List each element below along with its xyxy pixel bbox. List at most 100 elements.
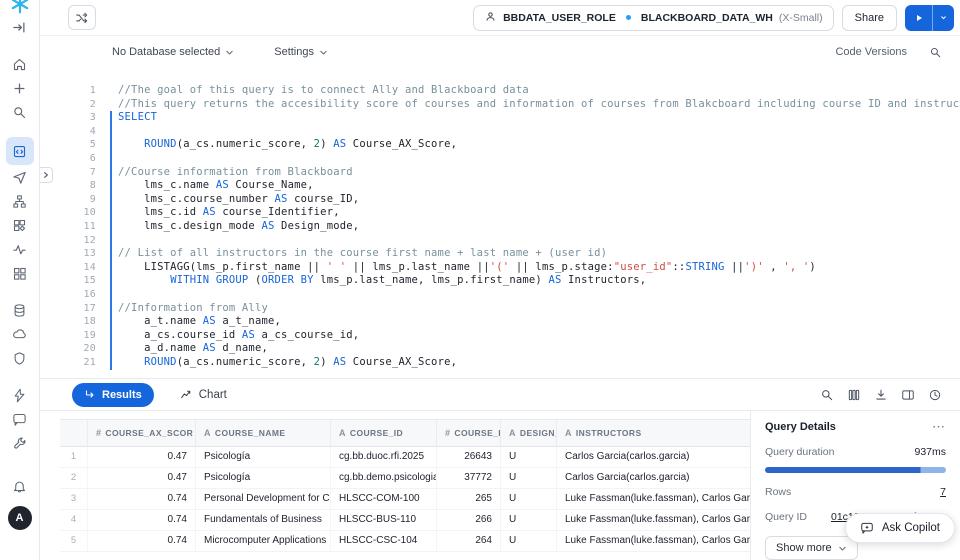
- cell[interactable]: 265: [437, 489, 501, 510]
- chart-tab[interactable]: Chart: [180, 388, 227, 401]
- cell[interactable]: 0.74: [88, 489, 196, 510]
- worksheets-icon[interactable]: [6, 137, 34, 165]
- cell[interactable]: Luke Fassman(luke.fassman), Carlos Garci…: [557, 510, 750, 531]
- editor-search-icon[interactable]: [929, 46, 942, 59]
- results-tab[interactable]: Results: [72, 383, 154, 407]
- governance-icon[interactable]: [6, 346, 34, 370]
- table-row[interactable]: 30.74Personal Development for ColHLSCC-C…: [60, 489, 750, 510]
- settings-menu[interactable]: Settings: [274, 46, 328, 58]
- column-header-instructors[interactable]: AINSTRUCTORS: [557, 419, 750, 447]
- code-line[interactable]: 11 lms_c.design_mode AS Design_mode,: [40, 220, 960, 234]
- column-header-design_[interactable]: ADESIGN_: [501, 419, 557, 447]
- code-line[interactable]: 17//Information from Ally: [40, 302, 960, 316]
- home-icon[interactable]: [6, 52, 34, 76]
- cell[interactable]: cg.bb.duoc.rfi.2025: [331, 447, 437, 468]
- cell[interactable]: Microcomputer Applications: [196, 531, 331, 552]
- cell[interactable]: U: [501, 510, 557, 531]
- rows-value[interactable]: 7: [940, 486, 946, 498]
- code-line[interactable]: 9 lms_c.course_number AS course_ID,: [40, 193, 960, 207]
- cell[interactable]: Fundamentals of Business: [196, 510, 331, 531]
- cell[interactable]: Personal Development for Col: [196, 489, 331, 510]
- code-line[interactable]: 7//Course information from Blackboard: [40, 166, 960, 180]
- cell[interactable]: cg.bb.demo.psicologia: [331, 468, 437, 489]
- cell[interactable]: 264: [437, 531, 501, 552]
- cell[interactable]: U: [501, 531, 557, 552]
- table-row[interactable]: 40.74Fundamentals of BusinessHLSCC-BUS-1…: [60, 510, 750, 531]
- sql-editor[interactable]: 1//The goal of this query is to connect …: [40, 68, 960, 378]
- query-duration-bar[interactable]: [765, 467, 946, 473]
- cell[interactable]: 0.47: [88, 447, 196, 468]
- cell[interactable]: U: [501, 468, 557, 489]
- search-icon[interactable]: [6, 100, 34, 124]
- collapse-panel-icon[interactable]: [6, 15, 34, 39]
- marketplace-icon[interactable]: [6, 213, 34, 237]
- code-line[interactable]: 21 ROUND(a_cs.numeric_score, 2) AS Cours…: [40, 356, 960, 370]
- expand-objects-panel-icon[interactable]: [40, 167, 53, 183]
- cell[interactable]: U: [501, 489, 557, 510]
- code-line[interactable]: 3SELECT: [40, 111, 960, 125]
- run-options-chevron-icon[interactable]: [932, 5, 954, 31]
- code-line[interactable]: 4: [40, 125, 960, 139]
- cell[interactable]: 0.47: [88, 468, 196, 489]
- new-worksheet-icon[interactable]: [6, 76, 34, 100]
- table-row[interactable]: 20.47Psicologíacg.bb.demo.psicologia3777…: [60, 468, 750, 489]
- cell[interactable]: Carlos Garcia(carlos.garcia): [557, 447, 750, 468]
- column-header-course_name[interactable]: ACOURSE_NAME: [196, 419, 331, 447]
- download-icon[interactable]: [874, 388, 888, 402]
- history-clock-icon[interactable]: [928, 388, 942, 402]
- cell[interactable]: 0.74: [88, 510, 196, 531]
- column-header-course_ax_scor[interactable]: #COURSE_AX_SCOR: [88, 419, 196, 447]
- column-header-course_id[interactable]: ACOURSE_ID: [331, 419, 437, 447]
- column-header-course_i[interactable]: #COURSE_I: [437, 419, 501, 447]
- code-line[interactable]: 16: [40, 288, 960, 302]
- code-versions-link[interactable]: Code Versions: [835, 46, 907, 58]
- cell[interactable]: Psicología: [196, 447, 331, 468]
- databases-icon[interactable]: [6, 298, 34, 322]
- data-hierarchy-icon[interactable]: [6, 189, 34, 213]
- cell[interactable]: 26643: [437, 447, 501, 468]
- run-query-button[interactable]: [905, 5, 932, 31]
- code-line[interactable]: 5 ROUND(a_cs.numeric_score, 2) AS Course…: [40, 138, 960, 152]
- code-line[interactable]: 6: [40, 152, 960, 166]
- worksheet-tabs-icon[interactable]: [68, 5, 96, 30]
- table-row[interactable]: 50.74Microcomputer ApplicationsHLSCC-CSC…: [60, 531, 750, 552]
- cell[interactable]: HLSCC-COM-100: [331, 489, 437, 510]
- code-line[interactable]: 2//This query returns the accesibility s…: [40, 98, 960, 112]
- more-menu-icon[interactable]: ⋯: [932, 422, 946, 432]
- cell[interactable]: Luke Fassman(luke.fassman), Carlos Garci…: [557, 489, 750, 510]
- code-line[interactable]: 19 a_cs.course_id AS a_cs_course_id,: [40, 329, 960, 343]
- code-line[interactable]: 14 LISTAGG(lms_p.first_name || ' ' || lm…: [40, 261, 960, 275]
- code-line[interactable]: 10 lms_c.id AS course_Identifier,: [40, 206, 960, 220]
- search-results-icon[interactable]: [820, 388, 834, 402]
- show-more-button[interactable]: Show more: [765, 536, 858, 560]
- streamlit-icon[interactable]: [6, 165, 34, 189]
- share-button[interactable]: Share: [842, 5, 897, 31]
- code-line[interactable]: 8 lms_c.name AS Course_Name,: [40, 179, 960, 193]
- split-layout-icon[interactable]: [901, 388, 915, 402]
- code-line[interactable]: 1//The goal of this query is to connect …: [40, 84, 960, 98]
- copilot-chat-icon[interactable]: [6, 407, 34, 431]
- cell[interactable]: Psicología: [196, 468, 331, 489]
- code-line[interactable]: 13// List of all instructors in the cour…: [40, 247, 960, 261]
- columns-icon[interactable]: [847, 388, 861, 402]
- activity-icon[interactable]: [6, 237, 34, 261]
- cell[interactable]: 37772: [437, 468, 501, 489]
- database-selector[interactable]: No Database selected: [112, 46, 234, 58]
- automation-icon[interactable]: [6, 383, 34, 407]
- data-sharing-icon[interactable]: [6, 322, 34, 346]
- tools-icon[interactable]: [6, 431, 34, 455]
- code-line[interactable]: 12: [40, 234, 960, 248]
- cell[interactable]: 0.74: [88, 531, 196, 552]
- cell[interactable]: Luke Fassman(luke.fassman), Carlos Garci…: [557, 531, 750, 552]
- table-row[interactable]: 10.47Psicologíacg.bb.duoc.rfi.202526643U…: [60, 447, 750, 468]
- cell[interactable]: 266: [437, 510, 501, 531]
- apps-grid-icon[interactable]: [6, 261, 34, 285]
- code-line[interactable]: 15 WITHIN GROUP (ORDER BY lms_p.last_nam…: [40, 274, 960, 288]
- context-selector[interactable]: BBDATA_USER_ROLE BLACKBOARD_DATA_WH (X-S…: [473, 5, 834, 31]
- code-line[interactable]: 18 a_t.name AS a_t_name,: [40, 315, 960, 329]
- cell[interactable]: HLSCC-BUS-110: [331, 510, 437, 531]
- cell[interactable]: HLSCC-CSC-104: [331, 531, 437, 552]
- user-avatar[interactable]: A: [8, 506, 32, 530]
- code-line[interactable]: 20 a_d.name AS d_name,: [40, 342, 960, 356]
- cell[interactable]: Carlos Garcia(carlos.garcia): [557, 468, 750, 489]
